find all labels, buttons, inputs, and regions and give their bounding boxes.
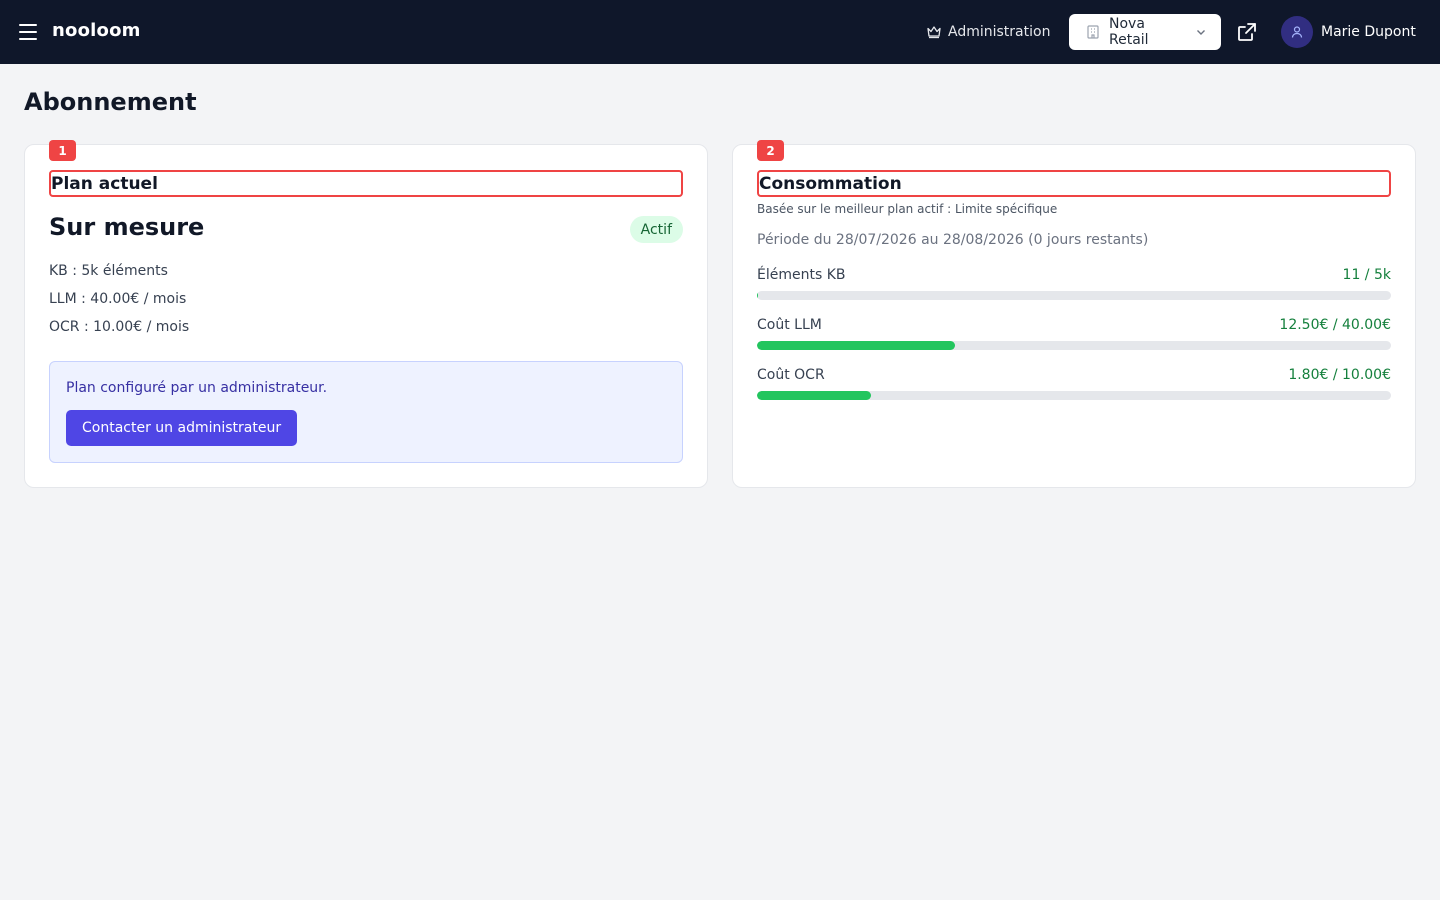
page-title: Abonnement xyxy=(24,88,197,116)
top-navbar: nooloom Administration Nova Retail Marie… xyxy=(0,0,1440,64)
administration-link[interactable]: Administration xyxy=(926,22,1050,42)
billing-period: Période du 28/07/2026 au 28/08/2026 (0 j… xyxy=(757,232,1149,248)
admin-info-box: Plan configuré par un administrateur. Co… xyxy=(49,361,683,463)
current-plan-heading: Plan actuel xyxy=(49,170,683,197)
usage-progress-bar xyxy=(757,391,1391,400)
crown-icon xyxy=(927,26,941,39)
usage-value: 11 / 5k xyxy=(1342,267,1391,283)
usage-label: Coût LLM xyxy=(757,317,822,333)
administration-label: Administration xyxy=(948,24,1051,40)
usage-progress-fill xyxy=(757,391,872,400)
usage-progress-fill xyxy=(757,341,956,350)
usage-item-llm: Coût LLM 12.50€ / 40.00€ xyxy=(757,317,1391,350)
user-name: Marie Dupont xyxy=(1321,24,1416,40)
usage-item-kb: Éléments KB 11 / 5k xyxy=(757,267,1391,300)
user-icon xyxy=(1291,26,1303,38)
organization-select-value: Nova Retail xyxy=(1109,16,1149,48)
status-badge: Actif xyxy=(629,216,683,243)
current-plan-card: 1 Plan actuel Sur mesure Actif KB : 5k é… xyxy=(24,140,708,488)
annotation-badge: 1 xyxy=(49,140,76,161)
user-menu[interactable]: Marie Dupont xyxy=(1281,16,1416,48)
usage-progress-fill xyxy=(757,291,759,300)
avatar xyxy=(1281,16,1313,48)
usage-item-ocr: Coût OCR 1.80€ / 10.00€ xyxy=(757,367,1391,400)
usage-value: 1.80€ / 10.00€ xyxy=(1288,367,1391,383)
usage-label: Éléments KB xyxy=(757,267,846,283)
usage-progress-bar xyxy=(757,341,1391,350)
usage-card: 2 Consommation Basée sur le meilleur pla… xyxy=(732,140,1416,488)
organization-select[interactable]: Nova Retail xyxy=(1069,14,1221,50)
usage-heading: Consommation xyxy=(757,170,1391,197)
usage-value: 12.50€ / 40.00€ xyxy=(1279,317,1391,333)
plan-feature-ocr: OCR : 10.00€ / mois xyxy=(49,319,190,335)
annotation-badge: 2 xyxy=(757,140,784,161)
plan-feature-kb: KB : 5k éléments xyxy=(49,263,168,279)
chevron-down-icon xyxy=(1197,30,1205,35)
plan-feature-llm: LLM : 40.00€ / mois xyxy=(49,291,187,307)
plan-name: Sur mesure xyxy=(49,213,205,241)
usage-label: Coût OCR xyxy=(757,367,825,383)
menu-icon[interactable] xyxy=(18,22,38,42)
building-icon xyxy=(1087,25,1099,39)
external-link-icon[interactable] xyxy=(1236,21,1258,43)
contact-admin-button[interactable]: Contacter un administrateur xyxy=(66,410,298,446)
brand-logo[interactable]: nooloom xyxy=(52,20,141,41)
usage-progress-bar xyxy=(757,291,1391,300)
usage-subtitle: Basée sur le meilleur plan actif : Limit… xyxy=(757,202,1058,216)
admin-info-text: Plan configuré par un administrateur. xyxy=(66,380,328,396)
